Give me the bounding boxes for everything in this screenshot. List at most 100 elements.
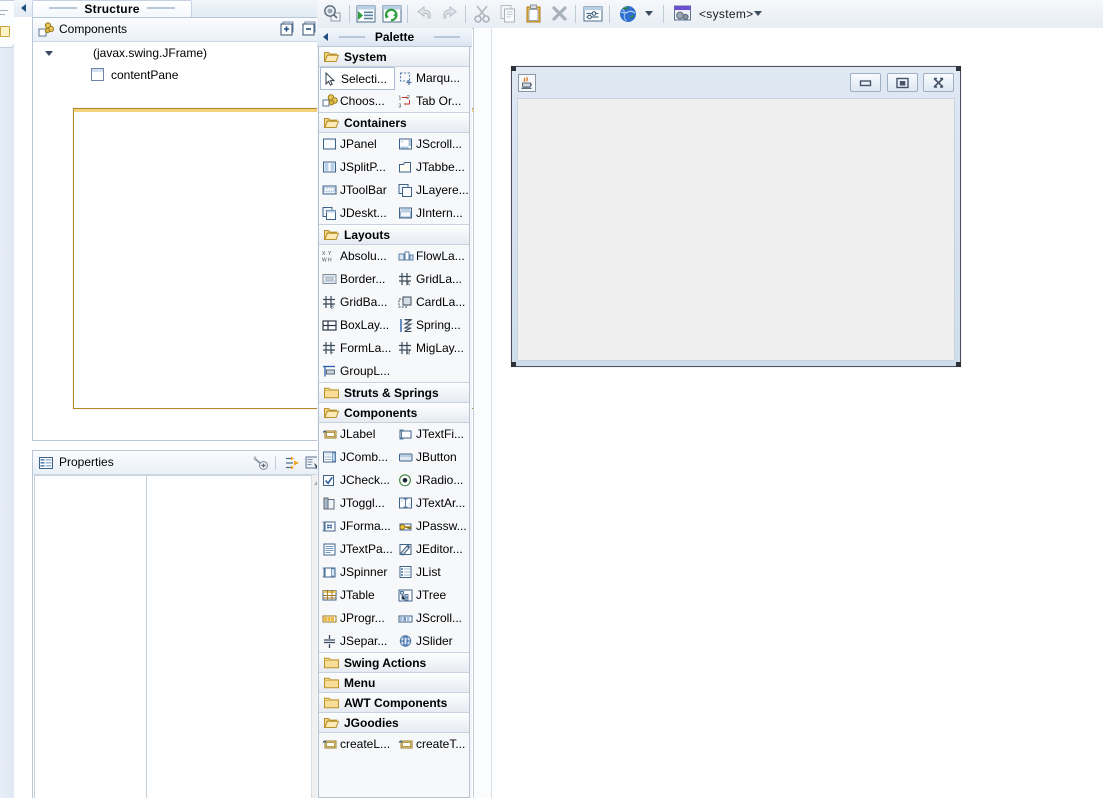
palette-item-jlayere[interactable]: JLayere... — [396, 179, 469, 202]
palette-item-jtoolbar[interactable]: JToolBar — [320, 179, 395, 202]
palette-item-absolu[interactable]: X Y W H Absolu... — [320, 245, 395, 268]
look-and-feel-dropdown-arrow-icon[interactable] — [754, 11, 763, 17]
palette-item-jspinner[interactable]: JSpinner — [320, 561, 395, 584]
palette-item-jtabbe[interactable]: JTabbe... — [396, 156, 469, 179]
palette-item-jtextpa[interactable]: JTextPa... — [320, 538, 395, 561]
fast-view-bar — [0, 0, 15, 798]
palette-item-createt[interactable]: createT... — [396, 733, 469, 756]
palette-item-row: Choos... 1 2 3 Tab Or... — [319, 90, 469, 113]
restore-default-value-button[interactable] — [251, 454, 269, 472]
palette-item-jsepar[interactable]: JSepar... — [320, 630, 395, 653]
jtextfield-icon — [398, 427, 414, 442]
expand-all-button[interactable] — [280, 21, 296, 37]
palette-item-boxlay[interactable]: BoxLay... — [320, 314, 395, 337]
design-preview-jframe[interactable] — [511, 66, 961, 367]
palette-category-containers[interactable]: Containers — [319, 112, 469, 133]
tab-structure[interactable]: Structure — [32, 0, 192, 17]
palette-item-createl[interactable]: createL... — [320, 733, 395, 756]
palette-item-jlist[interactable]: JList — [396, 561, 469, 584]
palette-item-jpassw[interactable]: JPassw... — [396, 515, 469, 538]
formlayout-icon: F — [322, 341, 338, 357]
palette-item-jlabel[interactable]: JLabel — [320, 423, 395, 446]
palette-category-jgoodies[interactable]: JGoodies — [319, 712, 469, 733]
palette-item-jprogr[interactable]: JProgr... — [320, 607, 395, 630]
palette-item-marqu[interactable]: Marqu... — [396, 67, 469, 90]
test-window-button[interactable] — [322, 3, 344, 25]
refresh-button[interactable] — [381, 3, 403, 25]
palette-category-components[interactable]: Components — [319, 402, 469, 423]
palette-category-struts-springs[interactable]: Struts & Springs — [319, 382, 469, 403]
palette-category-layouts[interactable]: Layouts — [319, 224, 469, 245]
package-explorer-icon[interactable] — [0, 26, 10, 37]
collapse-all-button[interactable] — [302, 21, 318, 37]
palette-item-flowla[interactable]: FlowLa... — [396, 245, 469, 268]
palette-item-gridla[interactable]: A GridLa... — [396, 268, 469, 291]
palette-item-jcheck[interactable]: JCheck... — [320, 469, 395, 492]
palette-item-formla[interactable]: F FormLa... — [320, 337, 395, 360]
close-button[interactable] — [923, 73, 954, 92]
minimized-view-line-2 — [0, 14, 5, 15]
palette-category-awt-components[interactable]: AWT Components — [319, 692, 469, 713]
palette-item-jtree[interactable]: JTree — [396, 584, 469, 607]
tree-row[interactable]: (javax.swing.JFrame) — [33, 42, 523, 409]
palette-item-choos[interactable]: Choos... — [320, 90, 395, 113]
palette-item-border[interactable]: Border... — [320, 268, 395, 291]
palette-body[interactable]: System Selecti... Marqu... Choos... 1 2 3 Tab O… — [318, 47, 470, 798]
palette-item-jforma[interactable]: JForma... — [320, 515, 395, 538]
minimize-button[interactable] — [850, 73, 882, 92]
palette-item-jtextar[interactable]: JTextAr... — [396, 492, 469, 515]
palette-item-label: FormLa... — [340, 341, 392, 355]
maximize-button[interactable] — [886, 73, 918, 92]
properties-table[interactable] — [34, 475, 315, 798]
jeditorpane-icon — [398, 542, 414, 557]
show-advanced-properties-button[interactable] — [283, 454, 301, 472]
look-and-feel-button[interactable] — [672, 3, 694, 25]
palette-item-selecti[interactable]: Selecti... — [320, 67, 395, 90]
palette-item-jscroll[interactable]: JScroll... — [396, 133, 469, 156]
properties-column-separator[interactable] — [146, 476, 147, 798]
externalize-strings-button[interactable] — [582, 3, 604, 25]
open-source-button[interactable] — [355, 3, 377, 25]
palette-item-miglay[interactable]: M MigLay... — [396, 337, 469, 360]
palette-category-menu[interactable]: Menu — [319, 672, 469, 693]
jscrollbar-icon — [398, 611, 414, 626]
tree-row[interactable]: contentPane — [33, 64, 326, 86]
palette-item-gridba[interactable]: B GridBa... — [320, 291, 395, 314]
palette-item-jscroll[interactable]: JScroll... — [396, 607, 469, 630]
editor-toolbar: <system> — [317, 0, 1103, 29]
palette-item-jslider[interactable]: JSlider — [396, 630, 469, 653]
minimized-view-stack[interactable] — [0, 0, 15, 48]
resize-handle-bottom-right[interactable] — [956, 362, 961, 367]
jspinner-icon — [322, 565, 338, 580]
palette-item-groupl[interactable]: GroupL... — [320, 360, 395, 383]
palette-item-jtable[interactable]: JTable — [320, 584, 395, 607]
palette-item-jeditor[interactable]: JEditor... — [396, 538, 469, 561]
preview-content-pane[interactable] — [517, 98, 955, 361]
components-icon — [38, 22, 55, 38]
resize-handle-bottom-left[interactable] — [511, 362, 516, 367]
palette-item-jtoggl[interactable]: JToggl... — [320, 492, 395, 515]
palette-item-label: JComb... — [340, 450, 389, 464]
palette-item-jdeskt[interactable]: JDeskt... — [320, 202, 395, 225]
palette-item-jradio[interactable]: JRadio... — [396, 469, 469, 492]
preview-locale-dropdown-arrow-icon[interactable] — [645, 11, 654, 17]
palette-item-cardla[interactable]: CardLa... — [396, 291, 469, 314]
palette-category-swing-actions[interactable]: Swing Actions — [319, 652, 469, 673]
palette-item-row: Border... A GridLa... — [319, 268, 469, 291]
palette-item-tab-or[interactable]: 1 2 3 Tab Or... — [396, 90, 469, 113]
palette-item-jintern[interactable]: JIntern... — [396, 202, 469, 225]
tree-expander-icon[interactable] — [43, 42, 55, 64]
palette-item-jtextfi[interactable]: JTextFi... — [396, 423, 469, 446]
paste-button[interactable] — [523, 3, 545, 25]
component-tree[interactable]: (javax.swing.JFrame) contentPane — [33, 42, 523, 440]
preview-title-bar — [512, 67, 960, 98]
palette-item-jbutton[interactable]: JButton — [396, 446, 469, 469]
palette-item-label: MigLay... — [416, 341, 464, 355]
palette-item-jpanel[interactable]: JPanel — [320, 133, 395, 156]
palette-item-jsplitp[interactable]: JSplitP... — [320, 156, 395, 179]
palette-item-jcomb[interactable]: JComb... — [320, 446, 395, 469]
view-menu-left-arrow-icon[interactable] — [18, 2, 30, 14]
palette-category-system[interactable]: System — [319, 47, 469, 67]
palette-item-spring[interactable]: Spring... — [396, 314, 469, 337]
preview-locale-button[interactable] — [617, 3, 639, 25]
